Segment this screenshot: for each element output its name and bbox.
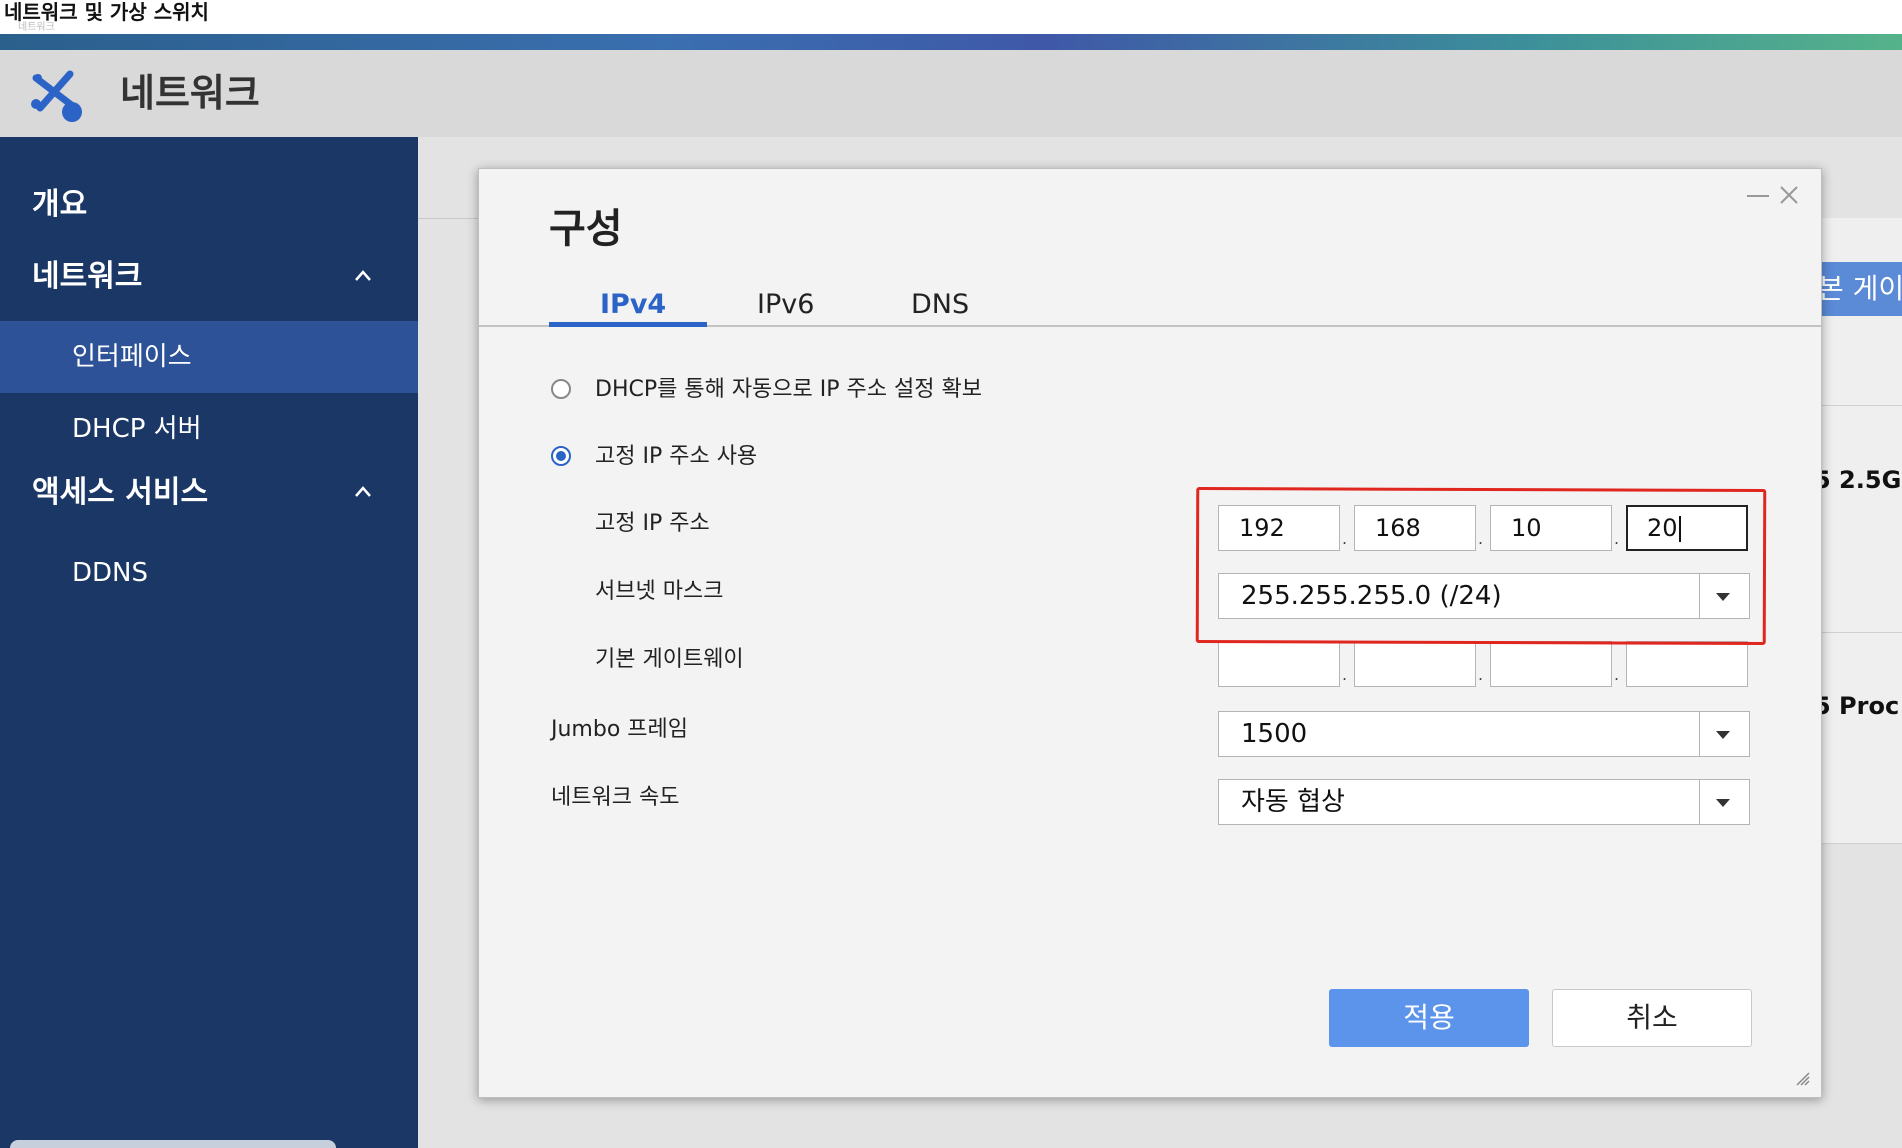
sidebar-item-label: 네트워크	[32, 259, 143, 294]
sidebar-item-dhcp-server[interactable]: DHCP 서버	[0, 393, 418, 465]
sidebar: 개요 네트워크 인터페이스 DHCP 서버 액세스 서비스 DDNS	[0, 137, 418, 1148]
ip-separator: .	[1614, 665, 1620, 684]
sidebar-item-label: DHCP 서버	[72, 414, 202, 444]
resize-grip-icon[interactable]	[1795, 1071, 1811, 1087]
default-gateway-label: 기본 게이트웨이	[595, 647, 744, 672]
chevron-down-icon[interactable]	[1716, 799, 1730, 807]
window-title: 네트워크 및 가상 스위치	[4, 0, 209, 24]
background-tab[interactable]: 본 게이	[1822, 262, 1902, 316]
window-subtitle: 네트워크	[18, 22, 55, 33]
background-tab-label: 본 게이	[1822, 272, 1902, 305]
dhcp-option-label[interactable]: DHCP를 통해 자동으로 IP 주소 설정 확보	[595, 375, 982, 405]
app-title: 네트워크	[120, 71, 260, 115]
window-title-bar: 네트워크 및 가상 스위치 네트워크	[0, 0, 1902, 35]
network-speed-value: 자동 협상	[1241, 787, 1345, 817]
sidebar-item-interface[interactable]: 인터페이스	[0, 321, 418, 393]
background-row-text: 5 Proc	[1814, 692, 1900, 720]
sidebar-scrollbar[interactable]	[10, 1140, 336, 1148]
gateway-octet-1[interactable]	[1218, 641, 1340, 687]
sidebar-item-overview[interactable]: 개요	[0, 169, 418, 241]
network-logo-icon	[31, 70, 82, 122]
chevron-up-icon[interactable]	[354, 483, 372, 501]
jumbo-frame-value: 1500	[1241, 719, 1308, 749]
sidebar-item-label: 개요	[32, 187, 88, 222]
background-row-divider	[1822, 405, 1902, 406]
chevron-up-icon[interactable]	[354, 267, 372, 285]
subnet-mask-label: 서브넷 마스크	[595, 579, 724, 604]
minimize-icon[interactable]	[1747, 195, 1769, 197]
jumbo-frame-label: Jumbo 프레임	[551, 717, 689, 742]
jumbo-frame-select[interactable]: 1500	[1218, 711, 1750, 757]
sidebar-item-network[interactable]: 네트워크	[0, 241, 418, 313]
ip-separator: .	[1342, 665, 1348, 684]
gateway-octet-2[interactable]	[1354, 641, 1476, 687]
static-ip-radio[interactable]	[551, 446, 571, 466]
apply-button[interactable]: 적용	[1329, 989, 1529, 1047]
sidebar-item-label: 액세스 서비스	[32, 475, 209, 510]
network-speed-label: 네트워크 속도	[551, 785, 680, 810]
cancel-button[interactable]: 취소	[1552, 989, 1752, 1047]
active-tab-indicator	[549, 322, 707, 327]
header-gradient-strip	[0, 34, 1902, 50]
tab-ipv4[interactable]: IPv4	[600, 287, 666, 323]
static-ip-label: 고정 IP 주소	[595, 511, 710, 536]
static-ip-option-label[interactable]: 고정 IP 주소 사용	[595, 442, 757, 472]
gateway-octet-3[interactable]	[1490, 641, 1612, 687]
sidebar-item-ddns[interactable]: DDNS	[0, 537, 418, 609]
sidebar-item-label: DDNS	[72, 558, 148, 588]
chevron-down-icon[interactable]	[1716, 731, 1730, 739]
tab-dns[interactable]: DNS	[911, 287, 969, 323]
dialog-title: 구성	[549, 206, 623, 252]
network-speed-select[interactable]: 자동 협상	[1218, 779, 1750, 825]
app-header: 네트워크	[0, 50, 1902, 138]
select-divider	[1699, 780, 1700, 824]
background-row-text: 5 2.5Gb	[1814, 466, 1902, 494]
gateway-octet-4[interactable]	[1626, 641, 1748, 687]
content-divider	[418, 218, 478, 219]
sidebar-item-label: 인터페이스	[72, 342, 192, 372]
sidebar-item-access-services[interactable]: 액세스 서비스	[0, 457, 418, 529]
background-row-divider	[1822, 632, 1902, 633]
close-icon[interactable]	[1777, 183, 1801, 207]
highlight-annotation	[1195, 487, 1767, 645]
tab-ipv6[interactable]: IPv6	[757, 287, 814, 323]
background-row-divider	[1822, 843, 1902, 844]
dhcp-radio[interactable]	[551, 379, 571, 399]
select-divider	[1699, 712, 1700, 756]
ip-separator: .	[1478, 665, 1484, 684]
